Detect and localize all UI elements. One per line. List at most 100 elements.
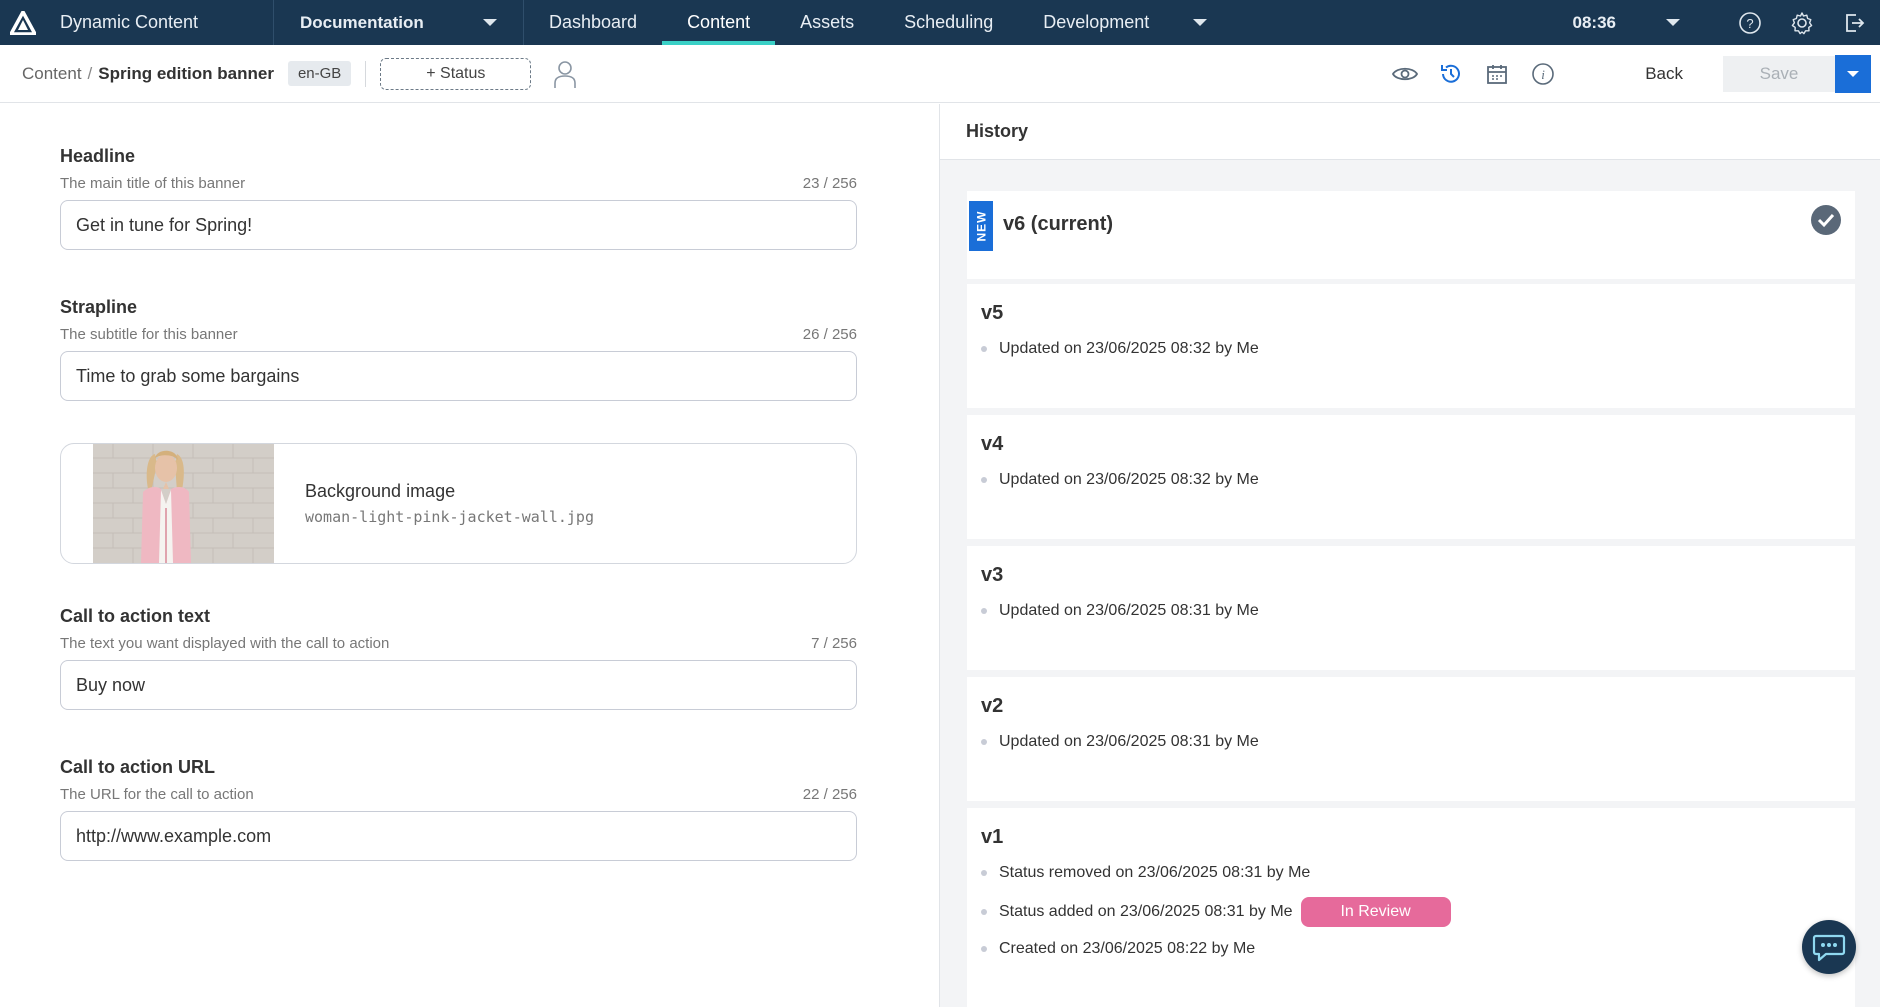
info-icon[interactable]: i — [1529, 60, 1557, 88]
content-form: Headline The main title of this banner 2… — [0, 104, 939, 1007]
history-title: History — [940, 104, 1880, 160]
assign-user-icon[interactable] — [553, 59, 577, 89]
field-label: Strapline — [60, 297, 138, 317]
cta-url-field: Call to action URL The URL for the call … — [60, 757, 857, 861]
field-label: Headline — [60, 146, 136, 166]
bullet — [981, 608, 987, 614]
history-event: Updated on 23/06/2025 08:32 by Me — [981, 340, 1259, 358]
strapline-input[interactable]: Time to grab some bargains — [60, 351, 857, 401]
version-card-v4[interactable]: v4 Updated on 23/06/2025 08:32 by Me — [967, 415, 1855, 539]
version-card-v3[interactable]: v3 Updated on 23/06/2025 08:31 by Me — [967, 546, 1855, 670]
version-title: v2 — [981, 695, 1004, 717]
hub-label: Documentation — [300, 12, 424, 32]
headline-field: Headline The main title of this banner 2… — [60, 146, 857, 250]
char-count: 26 / 256 — [802, 326, 857, 343]
version-card-v6[interactable]: NEW v6 (current) — [967, 191, 1855, 279]
add-status-button[interactable]: + Status — [380, 57, 532, 90]
history-event: Status removed on 23/06/2025 08:31 by Me — [981, 864, 1310, 882]
field-description: The text you want displayed with the cal… — [60, 635, 390, 652]
event-text: Updated on 23/06/2025 08:32 by Me — [999, 471, 1259, 488]
content-toolbar: Content / Spring edition banner en-GB + … — [0, 45, 1880, 103]
bullet — [981, 739, 987, 745]
bullet — [981, 346, 987, 352]
preview-eye-icon[interactable] — [1391, 60, 1419, 88]
divider — [365, 60, 367, 87]
clock-menu-chevron-icon[interactable] — [1666, 19, 1680, 26]
chat-support-button[interactable] — [1802, 920, 1856, 974]
help-icon[interactable]: ? — [1738, 11, 1762, 35]
image-filename: woman-light-pink-jacket-wall.jpg — [305, 508, 594, 526]
char-count: 7 / 256 — [811, 635, 857, 652]
strapline-field: Strapline The subtitle for this banner 2… — [60, 297, 857, 401]
tab-label: Content — [687, 12, 751, 32]
history-event: Updated on 23/06/2025 08:32 by Me — [981, 471, 1259, 489]
locale-badge[interactable]: en-GB — [287, 61, 352, 86]
bullet — [981, 477, 987, 483]
version-title: v4 — [981, 433, 1004, 455]
event-text: Updated on 23/06/2025 08:31 by Me — [999, 602, 1259, 619]
breadcrumb-separator: / — [87, 63, 93, 83]
hub-selector[interactable]: Documentation — [274, 0, 524, 45]
breadcrumb-content-link[interactable]: Content — [22, 64, 82, 84]
char-count: 23 / 256 — [802, 175, 857, 192]
event-text: Created on 23/06/2025 08:22 by Me — [999, 940, 1256, 957]
app-brand[interactable]: Dynamic Content — [0, 0, 274, 45]
version-title: v5 — [981, 302, 1004, 324]
gear-icon[interactable] — [1790, 11, 1814, 35]
new-badge: NEW — [969, 201, 993, 251]
tab-content[interactable]: Content — [662, 0, 776, 45]
tab-dashboard[interactable]: Dashboard — [524, 0, 662, 45]
cta-url-input[interactable]: http://www.example.com — [60, 811, 857, 861]
bullet — [981, 909, 987, 915]
amplience-logo-icon — [10, 10, 36, 35]
version-title: v6 (current) — [1003, 213, 1114, 235]
event-text: Status removed on 23/06/2025 08:31 by Me — [999, 864, 1311, 881]
clock: 08:36 — [1572, 12, 1616, 32]
back-button[interactable]: Back — [1645, 64, 1683, 84]
history-event: Created on 23/06/2025 08:22 by Me — [981, 940, 1255, 958]
headline-input[interactable]: Get in tune for Spring! — [60, 200, 857, 250]
bullet — [981, 946, 987, 952]
svg-text:i: i — [1541, 67, 1545, 82]
check-circle-icon — [1811, 205, 1841, 235]
history-panel: History NEW v6 (current) v5 Updated on 2… — [939, 104, 1880, 1007]
event-text: Updated on 23/06/2025 08:32 by Me — [999, 340, 1259, 357]
event-text: Updated on 23/06/2025 08:31 by Me — [999, 733, 1259, 750]
chevron-down-icon — [483, 19, 497, 26]
tab-scheduling[interactable]: Scheduling — [879, 0, 1018, 45]
svg-text:?: ? — [1746, 16, 1753, 31]
version-title: v1 — [981, 826, 1004, 848]
content-item-title: Spring edition banner — [98, 63, 274, 83]
tab-label: Scheduling — [904, 12, 994, 32]
tab-label: Assets — [800, 12, 855, 32]
top-navigation: Dynamic Content Documentation Dashboard … — [0, 0, 1880, 45]
tab-label: Development — [1043, 12, 1150, 32]
status-badge: In Review — [1300, 897, 1451, 927]
calendar-icon[interactable] — [1483, 60, 1511, 88]
background-image-card[interactable]: Background image woman-light-pink-jacket… — [60, 443, 857, 564]
save-options-button[interactable] — [1835, 55, 1871, 93]
history-icon[interactable] — [1437, 60, 1465, 88]
chat-bubble-icon — [1812, 934, 1846, 962]
logout-icon[interactable] — [1842, 11, 1866, 35]
cta-text-input[interactable]: Buy now — [60, 660, 857, 710]
image-field-title: Background image — [305, 481, 456, 501]
history-event: Updated on 23/06/2025 08:31 by Me — [981, 733, 1259, 751]
tab-development[interactable]: Development — [1018, 0, 1232, 45]
version-card-v1[interactable]: v1 Status removed on 23/06/2025 08:31 by… — [967, 808, 1855, 1007]
version-card-v2[interactable]: v2 Updated on 23/06/2025 08:31 by Me — [967, 677, 1855, 801]
image-thumbnail — [93, 444, 274, 563]
cta-text-field: Call to action text The text you want di… — [60, 606, 857, 710]
chevron-down-icon — [1847, 71, 1859, 77]
version-card-v5[interactable]: v5 Updated on 23/06/2025 08:32 by Me — [967, 284, 1855, 408]
field-description: The subtitle for this banner — [60, 326, 238, 343]
field-label: Call to action text — [60, 606, 211, 626]
new-badge-label: NEW — [974, 210, 988, 242]
version-title: v3 — [981, 564, 1004, 586]
field-help: The subtitle for this banner 26 / 256 — [60, 326, 857, 343]
char-count: 22 / 256 — [802, 786, 857, 803]
tab-assets[interactable]: Assets — [775, 0, 879, 45]
field-description: The URL for the call to action — [60, 786, 254, 803]
field-help: The text you want displayed with the cal… — [60, 635, 857, 652]
save-button[interactable]: Save — [1723, 56, 1835, 92]
